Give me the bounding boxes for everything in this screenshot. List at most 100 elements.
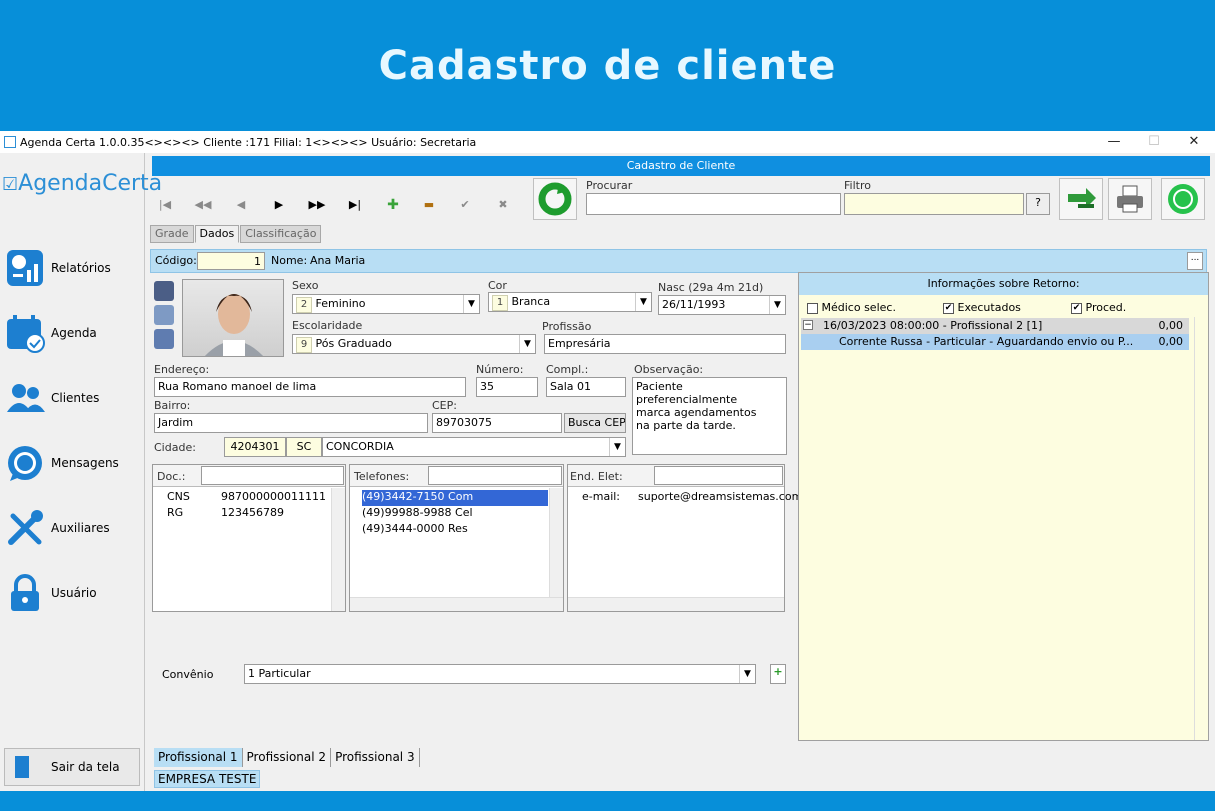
escolaridade-select[interactable]: 9 Pós Graduado ▼ [292, 334, 536, 354]
next-record-button[interactable]: ▶ [262, 193, 296, 217]
app-logo: ☑AgendaCerta [2, 171, 163, 196]
docs-scrollbar[interactable] [331, 488, 345, 611]
nasc-label: Nasc (29a 4m 21d) [658, 281, 764, 294]
endereco-field[interactable]: Rua Romano manoel de lima [154, 377, 466, 397]
compl-field[interactable]: Sala 01 [546, 377, 626, 397]
filter-medico[interactable]: Médico selec. [807, 301, 896, 314]
checkbox-executados[interactable]: ✔ [943, 302, 954, 314]
retorno-subentry[interactable]: Corrente Russa - Particular - Aguardando… [801, 334, 1189, 350]
filtro-label: Filtro [844, 179, 871, 192]
filter-proced[interactable]: ✔ Proced. [1071, 301, 1126, 314]
sidebar-item-usuario[interactable]: Usuário [0, 568, 145, 618]
procurar-label: Procurar [586, 179, 633, 192]
whatsapp-button[interactable] [1161, 178, 1205, 220]
tab-profissional-1[interactable]: Profissional 1 [154, 748, 243, 767]
table-row[interactable]: (49)99988-9988 Cel [362, 506, 473, 522]
exit-icon [15, 756, 29, 778]
professional-tabs: Profissional 1 Profissional 2 Profission… [154, 748, 420, 767]
nasc-date-field[interactable]: 26/11/1993 ▼ [658, 295, 786, 315]
close-button[interactable]: ✕ [1174, 131, 1214, 153]
sexo-select[interactable]: 2 Feminino ▼ [292, 294, 480, 314]
webcam-icon[interactable] [154, 329, 174, 349]
sidebar-item-label: Agenda [51, 326, 97, 340]
cep-field[interactable]: 89703075 [432, 413, 562, 433]
obs-label: Observação: [634, 363, 704, 376]
convenio-select[interactable]: 1 Particular ▼ [244, 664, 756, 684]
checkbox-proced[interactable]: ✔ [1071, 302, 1082, 314]
procurar-input[interactable] [586, 193, 841, 215]
retorno-panel: Informações sobre Retorno: Médico selec.… [798, 272, 1209, 741]
checkbox-medico[interactable] [807, 302, 818, 314]
sidebar-item-relatorios[interactable]: Relatórios [0, 243, 145, 293]
record-tabs: Grade Dados Classificação [150, 225, 322, 243]
next-page-button[interactable]: ▶▶ [300, 193, 334, 217]
sidebar-item-agenda[interactable]: Agenda [0, 308, 145, 358]
emails-hscrollbar[interactable] [568, 597, 784, 611]
sidebar-item-auxiliares[interactable]: Auxiliares [0, 503, 145, 553]
retorno-title: Informações sobre Retorno: [799, 273, 1208, 295]
refresh-button[interactable] [533, 178, 577, 220]
sidebar-item-clientes[interactable]: Clientes [0, 373, 145, 423]
sidebar-item-mensagens[interactable]: Mensagens [0, 438, 145, 488]
exit-button[interactable]: Sair da tela [4, 748, 140, 786]
tab-profissional-3[interactable]: Profissional 3 [331, 748, 420, 767]
maximize-button[interactable]: ☐ [1134, 131, 1174, 153]
add-record-button[interactable]: ✚ [376, 193, 410, 217]
bairro-field[interactable]: Jardim [154, 413, 428, 433]
camera-icon[interactable] [154, 281, 174, 301]
refresh-icon [538, 182, 572, 216]
retorno-scrollbar[interactable] [1194, 317, 1208, 740]
photo-tools [154, 281, 178, 357]
numero-field[interactable]: 35 [476, 377, 538, 397]
phones-scrollbar[interactable] [549, 488, 563, 597]
add-convenio-button[interactable]: + [770, 664, 786, 684]
first-record-button[interactable]: |◀ [148, 193, 182, 217]
chevron-down-icon: ▼ [519, 335, 535, 353]
emails-filter-input[interactable] [654, 466, 783, 485]
cep-label: CEP: [432, 399, 457, 412]
uf-field[interactable]: SC [286, 437, 322, 457]
tab-classificacao[interactable]: Classificação [240, 225, 322, 243]
tab-grade[interactable]: Grade [150, 225, 194, 243]
nome-field[interactable]: Ana Maria [307, 252, 1187, 270]
phones-hscrollbar[interactable] [350, 597, 563, 611]
docs-filter-input[interactable] [201, 466, 344, 485]
tab-profissional-2[interactable]: Profissional 2 [243, 748, 332, 767]
minimize-button[interactable]: — [1094, 131, 1134, 153]
last-record-button[interactable]: ▶| [338, 193, 372, 217]
phones-filter-input[interactable] [428, 466, 562, 485]
table-row[interactable]: (49)3444-0000 Res [362, 522, 468, 538]
filtro-input[interactable] [844, 193, 1024, 215]
busca-cep-button[interactable]: Busca CEP [564, 413, 626, 433]
cor-select[interactable]: 1 Branca ▼ [488, 292, 652, 312]
sexo-label: Sexo [292, 279, 319, 292]
report-icon [3, 246, 47, 290]
banner: Cadastro de cliente [0, 0, 1215, 131]
tab-dados[interactable]: Dados [194, 225, 240, 243]
prev-record-button[interactable]: ◀ [224, 193, 258, 217]
nome-lookup-button[interactable]: ... [1187, 252, 1203, 270]
help-button[interactable]: ? [1026, 193, 1050, 215]
banner-title: Cadastro de cliente [378, 42, 837, 89]
profissao-label: Profissão [542, 320, 592, 333]
prev-page-button[interactable]: ◀◀ [186, 193, 220, 217]
collapse-icon[interactable]: − [803, 320, 813, 330]
obs-textarea[interactable]: Paciente preferencialmente marca agendam… [632, 377, 787, 455]
cidade-select[interactable]: CONCORDIA ▼ [322, 437, 626, 457]
profissao-field[interactable]: Empresária [544, 334, 786, 354]
docs-grid: Doc.: CNS 987000000011111 RG 123456789 [152, 464, 346, 612]
phones-grid: Telefones: (49)3442-7150 Com (49)99988-9… [349, 464, 564, 612]
image-search-icon[interactable] [154, 305, 174, 325]
delete-record-button[interactable]: ▬ [412, 193, 446, 217]
retorno-entry[interactable]: − 16/03/2023 08:00:00 - Profissional 2 [… [801, 318, 1189, 334]
confirm-button[interactable]: ✔ [448, 193, 482, 217]
transfer-button[interactable] [1059, 178, 1103, 220]
cidade-code-field[interactable]: 4204301 [224, 437, 286, 457]
codigo-label: Código: [155, 254, 197, 267]
print-button[interactable] [1108, 178, 1152, 220]
chevron-down-icon: ▼ [635, 293, 651, 311]
cancel-button[interactable]: ✖ [486, 193, 520, 217]
codigo-field[interactable]: 1 [197, 252, 265, 270]
table-row[interactable]: (49)3442-7150 Com [362, 490, 548, 506]
filter-executados[interactable]: ✔ Executados [943, 301, 1021, 314]
